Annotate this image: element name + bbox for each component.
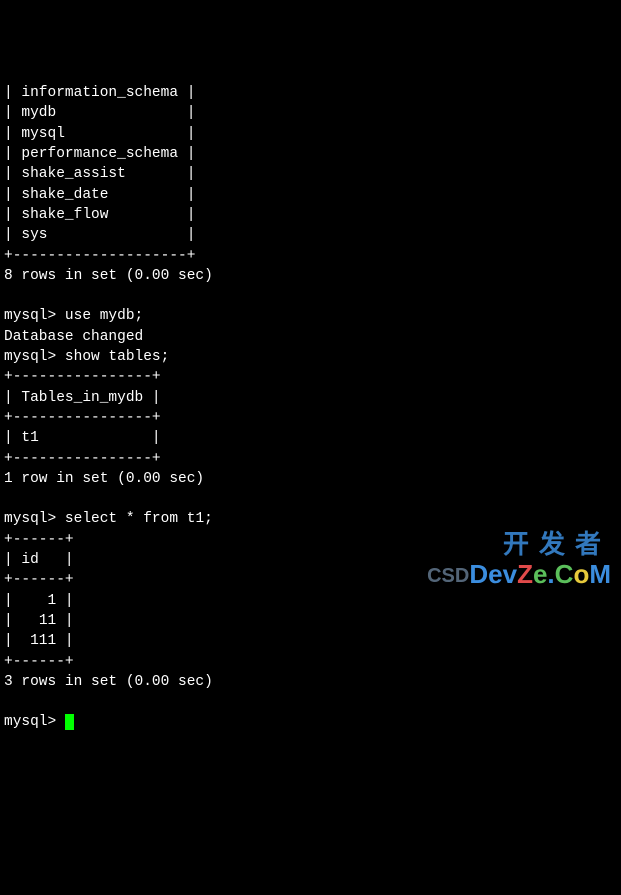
table-border: +------+ [4,652,617,672]
result-footer: 8 rows in set (0.00 sec) [4,266,617,286]
table-row: | t1 | [4,428,617,448]
table-row: | 111 | [4,631,617,651]
result-footer: 3 rows in set (0.00 sec) [4,672,617,692]
db-row: | sys | [4,225,617,245]
db-row: | performance_schema | [4,144,617,164]
command-show-tables: show tables; [65,349,169,365]
table-header: | Tables_in_mydb | [4,388,617,408]
table-border: +----------------+ [4,449,617,469]
command-select: select * from t1; [65,511,213,527]
prompt-line[interactable]: mysql> show tables; [4,347,617,367]
table-row: | 1 | [4,591,617,611]
table-border: +----------------+ [4,408,617,428]
watermark-en: CSDDevZe.CoM [427,556,611,592]
table-border: +----------------+ [4,367,617,387]
use-response: Database changed [4,327,617,347]
db-row: | shake_date | [4,185,617,205]
cursor [65,714,74,730]
db-row: | mysql | [4,124,617,144]
command-use: use mydb; [65,308,143,324]
result-footer: 1 row in set (0.00 sec) [4,469,617,489]
db-row: | shake_flow | [4,205,617,225]
db-row: | shake_assist | [4,164,617,184]
table-border: +--------------------+ [4,246,617,266]
prompt-line[interactable]: mysql> use mydb; [4,306,617,326]
prompt-line[interactable]: mysql> [4,712,617,732]
db-row: | mydb | [4,103,617,123]
terminal-output: | information_schema || mydb || mysql ||… [4,83,617,733]
db-row: | information_schema | [4,83,617,103]
table-row: | 11 | [4,611,617,631]
